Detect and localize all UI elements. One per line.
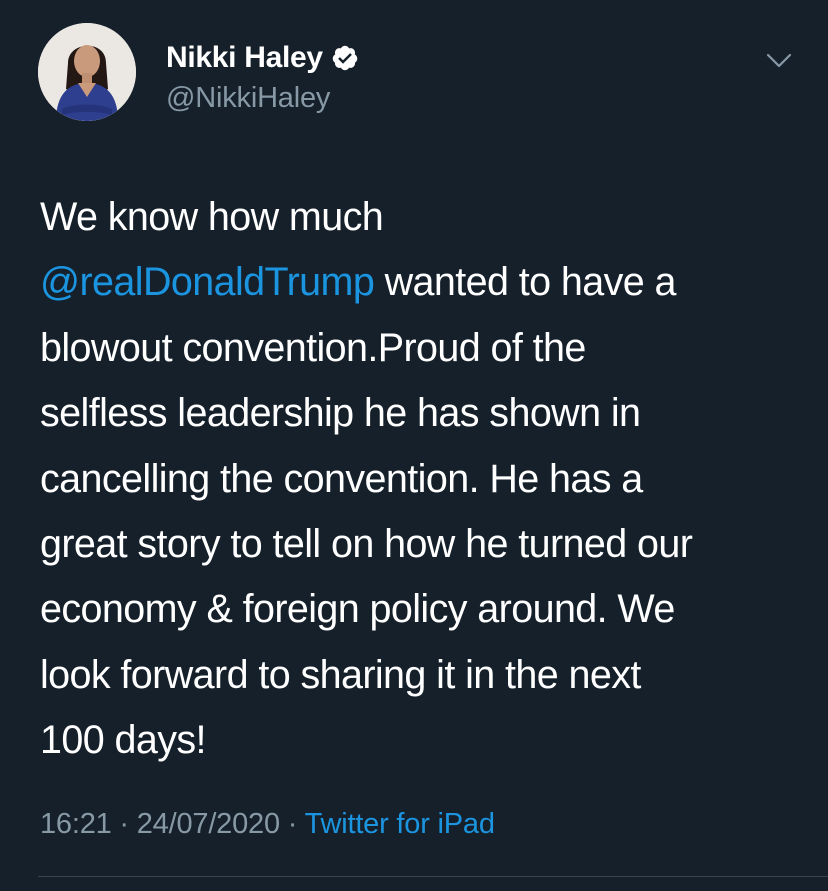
avatar[interactable] <box>38 23 136 121</box>
timestamp-date[interactable]: 24/07/2020 <box>137 808 280 840</box>
tweet-text: We know how much @realDonaldTrump wanted… <box>40 185 800 774</box>
display-name[interactable]: Nikki Haley <box>166 41 323 75</box>
meta-separator: · <box>111 808 137 840</box>
divider <box>38 876 828 877</box>
tweet: Nikki Haley @NikkiHaley We know how much… <box>0 0 828 891</box>
author-block[interactable]: Nikki Haley @NikkiHaley <box>166 38 359 115</box>
handle[interactable]: @NikkiHaley <box>166 82 359 115</box>
tweet-text-before: We know how much <box>40 195 384 239</box>
source-link[interactable]: Twitter for iPad <box>305 808 495 840</box>
timestamp-time[interactable]: 16:21 <box>40 808 112 840</box>
meta-separator: · <box>279 808 305 840</box>
chevron-down-icon[interactable] <box>764 50 794 72</box>
mention-link[interactable]: @realDonaldTrump <box>40 260 375 304</box>
verified-badge-icon <box>331 44 359 72</box>
profile-photo <box>38 23 136 121</box>
name-row: Nikki Haley <box>166 38 359 78</box>
tweet-text-after: wanted to have a blowout convention.Prou… <box>40 260 693 763</box>
tweet-meta: 16:21 · 24/07/2020 · Twitter for iPad <box>40 808 495 841</box>
